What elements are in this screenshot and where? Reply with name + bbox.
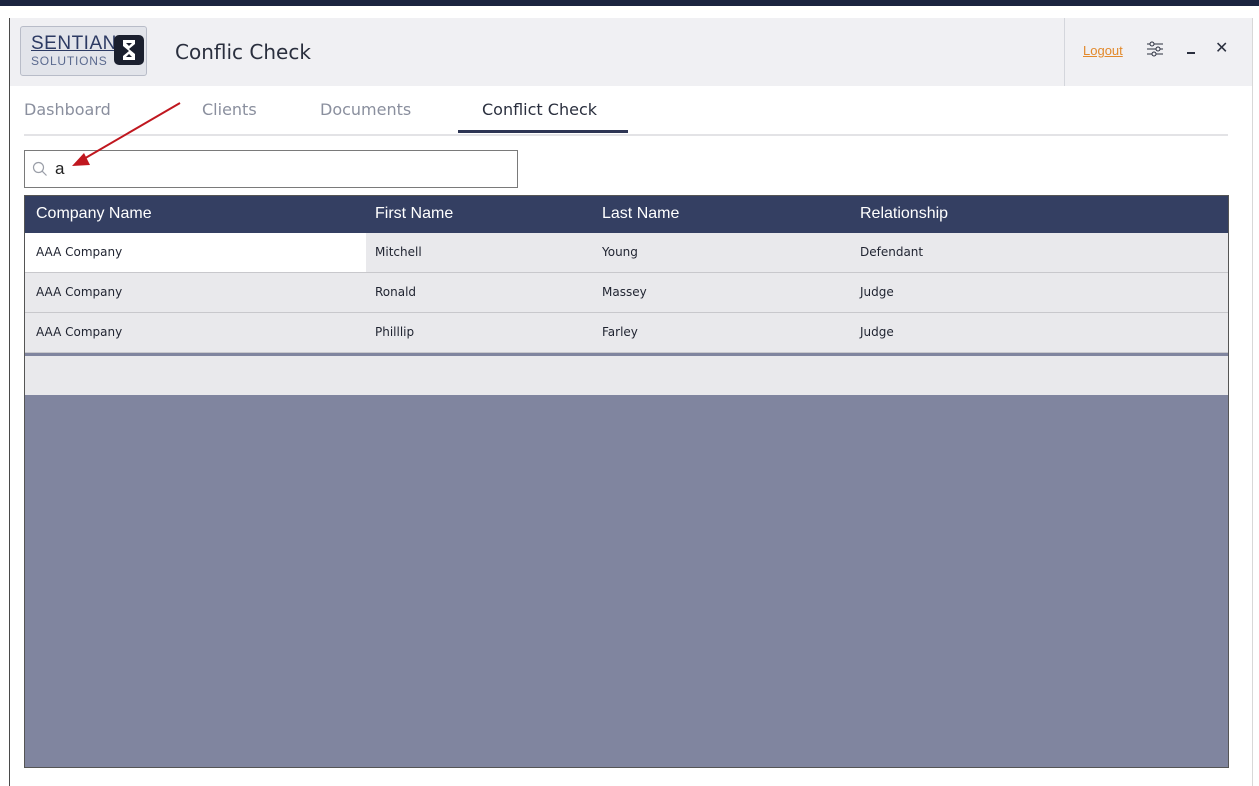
column-header-company-name[interactable]: Company Name xyxy=(36,205,152,223)
search-input[interactable] xyxy=(55,155,505,183)
table-row[interactable]: AAA Company Ronald Massey Judge xyxy=(25,273,1228,313)
column-header-first-name[interactable]: First Name xyxy=(375,205,453,223)
tab-conflict-check[interactable]: Conflict Check xyxy=(482,100,597,119)
cell-last-name: Farley xyxy=(602,325,638,339)
sentian-logo: SENTIAN SOLUTIONS xyxy=(20,26,147,76)
logo-text-solutions: SOLUTIONS xyxy=(31,54,108,68)
window-controls: Logout ✕ xyxy=(1064,18,1254,86)
settings-sliders-icon[interactable] xyxy=(1146,40,1164,58)
cell-first-name: Ronald xyxy=(375,285,417,299)
cell-company-name: AAA Company xyxy=(36,245,123,259)
grid-header: Company Name First Name Last Name Relati… xyxy=(25,196,1228,233)
table-row[interactable]: AAA Company Mitchell Young Defendant xyxy=(25,233,1228,273)
logo-mark-icon xyxy=(114,35,144,65)
cell-company-name: AAA Company xyxy=(36,285,123,299)
logout-link[interactable]: Logout xyxy=(1083,43,1123,58)
cell-relationship: Judge xyxy=(860,285,894,299)
close-button[interactable]: ✕ xyxy=(1215,38,1228,58)
title-bar: SENTIAN SOLUTIONS Conflic Check Logout ✕ xyxy=(9,18,1253,86)
table-row[interactable]: AAA Company Philllip Farley Judge xyxy=(25,313,1228,353)
minimize-button[interactable] xyxy=(1183,36,1203,60)
cell-relationship: Defendant xyxy=(860,245,924,259)
column-header-relationship[interactable]: Relationship xyxy=(860,205,948,223)
logo-text-sentian: SENTIAN xyxy=(31,33,117,54)
app-title: Conflic Check xyxy=(175,40,311,64)
cell-first-name: Philllip xyxy=(375,325,415,339)
results-grid: Company Name First Name Last Name Relati… xyxy=(24,195,1229,768)
cell-company-name: AAA Company xyxy=(36,325,123,339)
search-icon xyxy=(32,161,48,177)
window-left-border xyxy=(9,18,10,786)
cell-first-name: Mitchell xyxy=(375,245,422,259)
tab-clients[interactable]: Clients xyxy=(202,100,257,119)
tab-documents[interactable]: Documents xyxy=(320,100,411,119)
tab-dashboard[interactable]: Dashboard xyxy=(24,100,111,119)
window-top-border xyxy=(0,0,1259,6)
column-header-last-name[interactable]: Last Name xyxy=(602,205,679,223)
search-box[interactable] xyxy=(24,150,518,188)
cell-relationship: Judge xyxy=(860,325,894,339)
window-right-border xyxy=(1252,18,1253,786)
cell-last-name: Massey xyxy=(602,285,647,299)
main-tabs: Dashboard Clients Documents Conflict Che… xyxy=(24,86,1228,136)
empty-new-row[interactable] xyxy=(25,356,1228,395)
cell-last-name: Young xyxy=(602,245,638,259)
active-tab-indicator xyxy=(458,130,628,133)
